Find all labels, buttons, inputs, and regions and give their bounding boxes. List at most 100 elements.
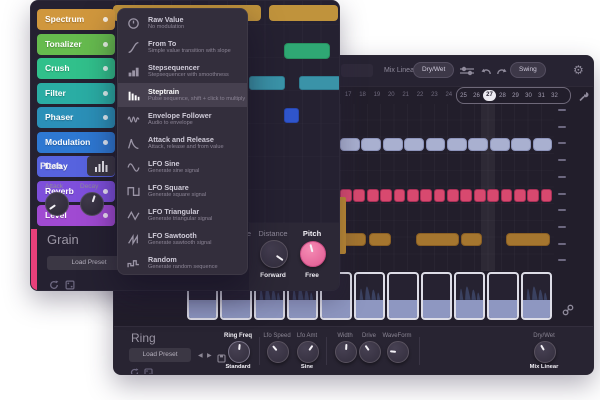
row-mini-slider[interactable] bbox=[558, 142, 566, 144]
sidebar-item-spectrum[interactable]: Spectrum bbox=[37, 9, 115, 30]
menu-item-lfo-square[interactable]: LFO SquareGenerate square signal bbox=[118, 179, 247, 203]
step-number[interactable]: 29 bbox=[509, 93, 522, 99]
next-preset-icon[interactable]: ▶ bbox=[207, 352, 212, 359]
pink-step-cell[interactable] bbox=[434, 189, 446, 202]
swing-button[interactable]: Swing bbox=[510, 62, 546, 78]
row-mini-slider[interactable] bbox=[558, 109, 566, 111]
enabled-dot[interactable] bbox=[103, 115, 108, 120]
pink-step-cell[interactable] bbox=[527, 189, 539, 202]
pink-step-cell[interactable] bbox=[487, 189, 499, 202]
menu-item-random[interactable]: RandomGenerate random sequence bbox=[118, 251, 247, 275]
menu-item-stepsequencer[interactable]: StepsequencerStepsequencer with smoothne… bbox=[118, 59, 247, 83]
grain-key-cell[interactable] bbox=[387, 272, 418, 320]
step-number[interactable]: 31 bbox=[535, 93, 548, 99]
step-number[interactable]: 28 bbox=[496, 93, 509, 99]
step-number[interactable]: 32 bbox=[548, 93, 561, 99]
redo-icon[interactable] bbox=[496, 65, 507, 83]
step-number[interactable]: 25 bbox=[457, 93, 470, 99]
sidebar-item-tonalizer[interactable]: Tonalizer bbox=[37, 34, 115, 55]
step-number[interactable]: 27 bbox=[483, 90, 496, 101]
lavender-step-bar[interactable] bbox=[340, 138, 360, 151]
step-numbers[interactable]: 1718192021222324 bbox=[341, 87, 456, 103]
pink-step-cell[interactable] bbox=[514, 189, 526, 202]
row-mini-slider[interactable] bbox=[558, 159, 566, 161]
brown-step-bar[interactable] bbox=[369, 233, 391, 246]
step-number[interactable]: 24 bbox=[442, 87, 456, 103]
step-number[interactable]: 17 bbox=[341, 87, 355, 103]
step-number[interactable]: 19 bbox=[370, 87, 384, 103]
brown-step-bar[interactable] bbox=[506, 233, 550, 246]
enabled-dot[interactable] bbox=[103, 91, 108, 96]
grid-block-blue[interactable] bbox=[284, 108, 299, 123]
enabled-dot[interactable] bbox=[103, 213, 108, 218]
enabled-dot[interactable] bbox=[103, 189, 108, 194]
grain-key-cell[interactable] bbox=[354, 272, 385, 320]
lavender-step-bar[interactable] bbox=[490, 138, 510, 151]
distance-knob[interactable] bbox=[260, 240, 288, 268]
menu-item-lfo-triangular[interactable]: LFO TriangularGenerate triangular signal bbox=[118, 203, 247, 227]
step-number[interactable]: 20 bbox=[384, 87, 398, 103]
lavender-step-bar[interactable] bbox=[383, 138, 403, 151]
undo-icon[interactable] bbox=[481, 65, 492, 83]
step-number[interactable]: 26 bbox=[470, 93, 483, 99]
menu-item-steptrain[interactable]: SteptrainPulse sequence, shift + click t… bbox=[118, 83, 247, 107]
dry-wet-knob[interactable] bbox=[534, 341, 556, 363]
step-grid[interactable] bbox=[340, 104, 554, 271]
lavender-step-bar[interactable] bbox=[426, 138, 446, 151]
randomize-icon[interactable] bbox=[144, 364, 153, 375]
sidebar-item-phaser[interactable]: Phaser bbox=[37, 107, 115, 128]
step-number[interactable]: 22 bbox=[413, 87, 427, 103]
menu-item-lfo-sine[interactable]: LFO SineGenerate sine signal bbox=[118, 155, 247, 179]
sidebar-item-crush[interactable]: Crush bbox=[37, 58, 115, 79]
pink-step-cell[interactable] bbox=[367, 189, 379, 202]
row-mini-slider[interactable] bbox=[558, 126, 566, 128]
wrench-icon[interactable] bbox=[578, 89, 589, 107]
pitch-knob[interactable] bbox=[300, 241, 326, 267]
row-mini-slider[interactable] bbox=[558, 243, 566, 245]
grain-key-cell[interactable] bbox=[421, 272, 452, 320]
row-mini-slider[interactable] bbox=[558, 226, 566, 228]
row-mini-slider[interactable] bbox=[558, 193, 566, 195]
grid-block-teal[interactable] bbox=[249, 76, 285, 90]
row-mini-slider[interactable] bbox=[558, 259, 566, 261]
pink-step-cell[interactable] bbox=[460, 189, 472, 202]
randomize-icon[interactable] bbox=[65, 277, 75, 291]
pink-step-cell[interactable] bbox=[447, 189, 459, 202]
pink-step-cell[interactable] bbox=[353, 189, 365, 202]
gear-icon[interactable]: ⚙ bbox=[573, 64, 584, 76]
menu-item-from-to[interactable]: From ToSimple value transition with slop… bbox=[118, 35, 247, 59]
menu-item-envelope-follower[interactable]: Envelope FollowerAudio to envelope bbox=[118, 107, 247, 131]
brown-step-bar[interactable] bbox=[416, 233, 459, 246]
grid-row-pink[interactable] bbox=[340, 188, 554, 204]
enabled-dot[interactable] bbox=[103, 42, 108, 47]
grid-block-teal[interactable] bbox=[299, 76, 340, 90]
enabled-dot[interactable] bbox=[103, 17, 108, 22]
grid-row-brown[interactable] bbox=[340, 232, 554, 248]
lavender-step-bar[interactable] bbox=[447, 138, 467, 151]
reset-icon[interactable] bbox=[49, 277, 59, 291]
pink-step-cell[interactable] bbox=[407, 189, 419, 202]
step-number[interactable]: 23 bbox=[427, 87, 441, 103]
lfo-amt-knob[interactable] bbox=[297, 341, 319, 363]
pitch-mode-button[interactable] bbox=[87, 156, 115, 176]
lavender-step-bar[interactable] bbox=[533, 138, 553, 151]
row-mini-slider[interactable] bbox=[558, 209, 566, 211]
sidebar-item-filter[interactable]: Filter bbox=[37, 83, 115, 104]
step-number[interactable]: 30 bbox=[522, 93, 535, 99]
link-icon[interactable] bbox=[562, 303, 574, 321]
pink-step-cell[interactable] bbox=[474, 189, 486, 202]
waveform-knob[interactable] bbox=[387, 341, 409, 363]
grid-block-green[interactable] bbox=[284, 43, 330, 59]
grain-key-cell[interactable] bbox=[521, 272, 552, 320]
brown-step-bar[interactable] bbox=[461, 233, 482, 246]
step-number[interactable]: 18 bbox=[355, 87, 369, 103]
menu-item-attack-release[interactable]: Attack and ReleaseAttack, release and fr… bbox=[118, 131, 247, 155]
mixer-sliders-icon[interactable] bbox=[459, 64, 475, 82]
ring-freq-knob[interactable] bbox=[228, 341, 250, 363]
dry-wet-button[interactable]: Dry/Wet bbox=[413, 62, 454, 78]
pink-step-cell[interactable] bbox=[501, 189, 513, 202]
lavender-step-bar[interactable] bbox=[361, 138, 381, 151]
lavender-step-bar[interactable] bbox=[511, 138, 531, 151]
attack-knob[interactable] bbox=[45, 192, 69, 216]
pink-step-cell[interactable] bbox=[380, 189, 392, 202]
